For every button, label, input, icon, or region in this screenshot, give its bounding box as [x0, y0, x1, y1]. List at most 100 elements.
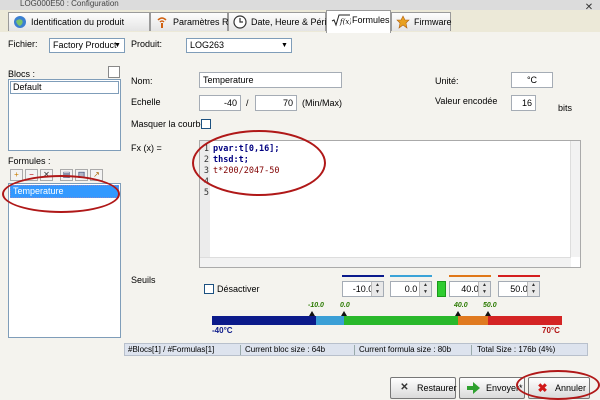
unite-label: Unité:	[435, 76, 459, 86]
seuil-color-bar	[342, 275, 384, 277]
seuil-input-1[interactable]: -10.0 ▲ ▼	[342, 281, 384, 297]
spin-down-icon[interactable]: ▼	[478, 289, 490, 296]
echelle-label: Echelle	[131, 97, 161, 107]
spin-up-icon[interactable]: ▲	[527, 282, 539, 289]
copy-formula-button[interactable]: ▤	[60, 169, 73, 181]
tab-firmware[interactable]: Firmware	[391, 12, 452, 31]
spin-down-icon[interactable]: ▼	[527, 289, 539, 296]
seuils-label: Seuils	[131, 275, 156, 285]
blocs-label: Blocs :	[8, 69, 36, 79]
tab-formules[interactable]: f(x) Formules	[326, 10, 391, 33]
desactiver-checkbox[interactable]	[204, 284, 214, 294]
nom-input[interactable]: Temperature	[199, 72, 342, 88]
chevron-down-icon: ▼	[281, 42, 288, 49]
close-icon: ✕	[400, 382, 409, 393]
fichier-value: Factory Product	[53, 40, 117, 50]
spin-up-icon[interactable]: ▲	[371, 282, 383, 289]
remove-formula-button[interactable]: −	[25, 169, 38, 181]
produit-select[interactable]: LOG263 ▼	[186, 38, 292, 53]
tab-firmware-label: Firmware	[414, 17, 452, 27]
seuil-value: 50.0	[510, 284, 528, 294]
seuil-color-bar	[449, 275, 491, 277]
seuil-color-bar	[498, 275, 540, 277]
paste-formula-button[interactable]: ▥	[75, 169, 88, 181]
tab-bar: Identification du produit Paramètres RF …	[0, 2, 600, 33]
code-content: pvar:t[0,16]; thsd:t; t*200/2047-50	[213, 144, 280, 199]
formules-list[interactable]: Temperature	[8, 183, 121, 338]
clock-icon	[233, 15, 247, 29]
blocs-checkbox[interactable]	[108, 66, 120, 78]
status-formula-size: Current formula size : 80b	[359, 345, 452, 354]
status-separator	[354, 345, 355, 355]
fichier-select[interactable]: Factory Product ▼	[49, 38, 125, 53]
envoyer-label: Envoyer*	[486, 383, 523, 393]
spin-up-icon[interactable]: ▲	[419, 282, 431, 289]
list-item[interactable]: Default	[10, 81, 119, 94]
scale-tick-label: 0.0	[340, 302, 350, 309]
spin-up-icon[interactable]: ▲	[478, 282, 490, 289]
threshold-scale: -10.0 0.0 40.0 50.0 -40°C 70°C	[212, 300, 562, 342]
masquer-checkbox[interactable]	[201, 119, 211, 129]
seuil-color-bar	[390, 275, 432, 277]
minmax-label: (Min/Max)	[302, 98, 342, 108]
restaurer-button[interactable]: ✕ Restaurer	[390, 377, 457, 399]
delete-formula-button[interactable]: ✕	[40, 169, 53, 181]
status-blocs: #Blocs[1] / #Formulas[1]	[128, 345, 215, 354]
svg-text:f(x): f(x)	[339, 18, 351, 26]
line-number: 3	[203, 166, 209, 176]
echelle-max-input[interactable]: 70	[255, 95, 297, 111]
fichier-label: Fichier:	[8, 39, 38, 49]
seuil-input-4[interactable]: 50.0 ▲ ▼	[498, 281, 540, 297]
scale-max-label: 70°C	[542, 326, 560, 335]
line-gutter: 1 2 3 4 5	[200, 141, 210, 267]
seuil-input-3[interactable]: 40.0 ▲ ▼	[449, 281, 491, 297]
tab-date[interactable]: Date, Heure & Périodes	[228, 12, 346, 31]
blocs-list[interactable]: Default	[8, 79, 121, 151]
tab-rf-label: Paramètres RF	[173, 17, 235, 27]
formula-editor[interactable]: 1 2 3 4 5 pvar:t[0,16]; thsd:t; t*200/20…	[199, 140, 581, 268]
tab-rf[interactable]: Paramètres RF	[150, 12, 234, 31]
tab-identification-label: Identification du produit	[31, 17, 125, 27]
code-line: t*200/2047-50	[213, 166, 280, 176]
export-formula-button[interactable]: ↗	[90, 169, 103, 181]
cancel-icon: ✖	[537, 381, 548, 395]
list-item[interactable]: Temperature	[10, 185, 119, 198]
line-number: 4	[203, 177, 209, 187]
nom-label: Nom:	[131, 76, 153, 86]
annuler-label: Annuler	[555, 383, 587, 393]
annuler-button[interactable]: ✖ Annuler	[528, 377, 590, 399]
masquer-label: Masquer la courbe	[131, 119, 206, 129]
seuil-value: 0.0	[404, 284, 418, 294]
line-number: 5	[203, 188, 209, 198]
valeur-encodee-label: Valeur encodée	[435, 96, 498, 106]
vertical-scrollbar[interactable]	[570, 141, 580, 257]
tab-identification[interactable]: Identification du produit	[8, 12, 150, 31]
echelle-separator: /	[246, 98, 249, 108]
seuil-value: 40.0	[461, 284, 479, 294]
bits-label: bits	[558, 103, 573, 113]
horizontal-scrollbar[interactable]	[200, 257, 571, 267]
tab-formules-label: Formules	[352, 15, 390, 25]
scale-tick-label: 50.0	[483, 302, 497, 309]
spin-down-icon[interactable]: ▼	[419, 289, 431, 296]
code-line: pvar:t[0,16];	[213, 144, 280, 154]
unite-input[interactable]: °C	[511, 72, 553, 88]
line-number: 2	[203, 155, 209, 165]
valeur-encodee-input[interactable]: 16	[511, 95, 536, 111]
scale-tick-label: -10.0	[308, 302, 324, 309]
close-icon[interactable]: ✕	[580, 0, 598, 16]
desactiver-label: Désactiver	[217, 284, 260, 294]
echelle-min-input[interactable]: -40	[199, 95, 241, 111]
code-line: thsd:t;	[213, 155, 249, 165]
window-title: LOG000E50 : Configuration	[0, 0, 600, 10]
produit-value: LOG263	[190, 40, 225, 50]
envoyer-button[interactable]: Envoyer*	[459, 377, 525, 399]
star-icon	[396, 15, 410, 29]
status-separator	[471, 345, 472, 355]
seuil-input-2[interactable]: 0.0 ▲ ▼	[390, 281, 432, 297]
add-formula-button[interactable]: +	[10, 169, 23, 181]
spin-down-icon[interactable]: ▼	[371, 289, 383, 296]
green-zone-swatch[interactable]	[437, 281, 446, 297]
